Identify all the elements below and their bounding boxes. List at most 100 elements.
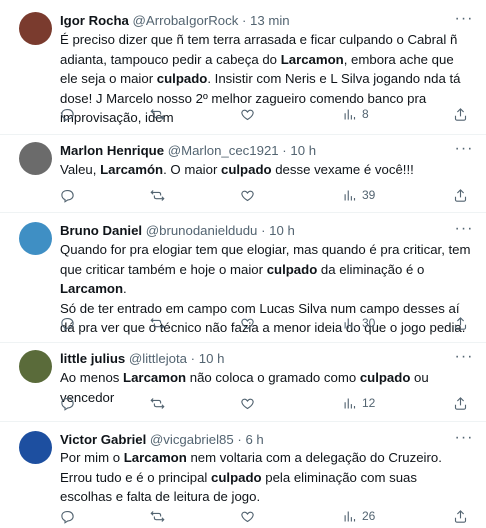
reply-button[interactable] bbox=[60, 508, 75, 524]
author-name[interactable]: Bruno Daniel bbox=[60, 223, 142, 238]
tweet-text-segment: Valeu, bbox=[60, 162, 101, 177]
like-icon bbox=[241, 109, 254, 120]
more-icon[interactable]: ··· bbox=[452, 11, 476, 30]
highlighted-keyword: culpado bbox=[221, 162, 272, 177]
views-button[interactable]: 39 bbox=[342, 187, 375, 203]
reply-icon bbox=[61, 189, 74, 203]
action-bar: 39 bbox=[60, 187, 480, 203]
views-icon bbox=[344, 398, 356, 408]
more-icon[interactable]: ··· bbox=[452, 141, 476, 160]
views-button[interactable]: 26 bbox=[342, 508, 375, 524]
reply-icon bbox=[61, 397, 74, 411]
timestamp[interactable]: 10 h bbox=[269, 223, 295, 238]
author-handle[interactable]: @vicgabriel85 bbox=[150, 432, 234, 447]
views-icon bbox=[344, 109, 356, 119]
author-name[interactable]: little julius bbox=[60, 351, 125, 366]
reply-button[interactable] bbox=[60, 187, 75, 203]
like-button[interactable] bbox=[240, 106, 255, 122]
retweet-icon bbox=[150, 108, 165, 120]
more-icon[interactable]: ··· bbox=[452, 349, 476, 368]
timestamp[interactable]: 10 h bbox=[290, 143, 316, 158]
action-bar: 8 bbox=[60, 106, 480, 122]
author-name[interactable]: Marlon Henrique bbox=[60, 143, 164, 158]
like-button[interactable] bbox=[240, 395, 255, 411]
reply-icon bbox=[61, 510, 74, 524]
share-button[interactable] bbox=[453, 187, 468, 203]
highlighted-keyword: Larcamon bbox=[123, 370, 187, 385]
share-button[interactable] bbox=[453, 315, 468, 331]
views-count: 12 bbox=[362, 396, 376, 410]
views-count: 30 bbox=[362, 316, 376, 330]
tweet-text-segment: . bbox=[123, 281, 127, 296]
like-icon bbox=[241, 511, 254, 522]
retweet-button[interactable] bbox=[150, 508, 165, 524]
tweet[interactable]: Victor Gabriel @vicgabriel85 · 6 h ··· P… bbox=[0, 422, 486, 528]
views-button[interactable]: 12 bbox=[342, 395, 375, 411]
like-button[interactable] bbox=[240, 508, 255, 524]
retweet-icon bbox=[150, 317, 165, 329]
tweet[interactable]: Marlon Henrique @Marlon_cec1921 · 10 h ·… bbox=[0, 135, 486, 213]
tweet[interactable]: Bruno Daniel @brunodanieldudu · 10 h ···… bbox=[0, 213, 486, 343]
avatar[interactable] bbox=[19, 222, 52, 255]
share-button[interactable] bbox=[453, 395, 468, 411]
author-name[interactable]: Igor Rocha bbox=[60, 13, 129, 28]
more-icon[interactable]: ··· bbox=[452, 221, 476, 240]
author-handle[interactable]: @brunodanieldudu bbox=[146, 223, 258, 238]
tweet-text-segment: Por mim o bbox=[60, 450, 124, 465]
views-icon bbox=[344, 190, 356, 200]
tweet[interactable]: little julius @littlejota · 10 h ··· Ao … bbox=[0, 343, 486, 422]
tweet-text-segment: desse vexame é você!!! bbox=[271, 162, 414, 177]
share-button[interactable] bbox=[453, 106, 468, 122]
highlighted-keyword: culpado bbox=[359, 370, 411, 385]
retweet-button[interactable] bbox=[150, 106, 165, 122]
author-name[interactable]: Victor Gabriel bbox=[60, 432, 146, 447]
reply-icon bbox=[61, 108, 74, 122]
retweet-button[interactable] bbox=[150, 315, 165, 331]
like-button[interactable] bbox=[240, 187, 255, 203]
views-count: 26 bbox=[362, 509, 376, 523]
tweet-text-segment: não coloca o gramado como bbox=[186, 370, 360, 385]
avatar[interactable] bbox=[19, 142, 52, 175]
views-button[interactable]: 30 bbox=[342, 315, 375, 331]
share-icon bbox=[454, 188, 467, 202]
views-count: 8 bbox=[362, 107, 369, 121]
retweet-button[interactable] bbox=[150, 187, 165, 203]
avatar[interactable] bbox=[19, 350, 52, 383]
timestamp[interactable]: 10 h bbox=[199, 351, 225, 366]
like-button[interactable] bbox=[240, 315, 255, 331]
more-icon[interactable]: ··· bbox=[452, 430, 476, 449]
highlighted-keyword: culpado bbox=[211, 469, 262, 485]
action-bar: 26 bbox=[60, 508, 480, 524]
avatar[interactable] bbox=[19, 431, 52, 464]
share-button[interactable] bbox=[453, 508, 468, 524]
author-handle[interactable]: @ArrobaIgorRock bbox=[133, 13, 239, 28]
share-icon bbox=[454, 107, 467, 121]
share-icon bbox=[454, 509, 467, 523]
author-handle[interactable]: @Marlon_cec1921 bbox=[168, 143, 279, 158]
reply-button[interactable] bbox=[60, 315, 75, 331]
reply-button[interactable] bbox=[60, 395, 75, 411]
tweet-text-segment: . O maior bbox=[163, 162, 221, 177]
highlighted-keyword: Larcamón bbox=[100, 162, 164, 177]
like-icon bbox=[241, 398, 254, 409]
action-bar: 12 bbox=[60, 395, 480, 411]
tweet[interactable]: Igor Rocha @ArrobaIgorRock · 13 min ··· … bbox=[0, 0, 486, 135]
highlighted-keyword: culpado bbox=[266, 261, 318, 277]
avatar[interactable] bbox=[19, 12, 52, 45]
retweet-button[interactable] bbox=[150, 395, 165, 411]
reply-button[interactable] bbox=[60, 106, 75, 122]
highlighted-keyword: Larcamon bbox=[123, 450, 187, 465]
timestamp[interactable]: 6 h bbox=[245, 432, 263, 447]
author-handle[interactable]: @littlejota bbox=[129, 351, 187, 366]
like-icon bbox=[241, 318, 254, 329]
share-icon bbox=[454, 396, 467, 410]
timestamp[interactable]: 13 min bbox=[250, 13, 290, 28]
like-icon bbox=[241, 190, 254, 201]
views-button[interactable]: 8 bbox=[342, 106, 369, 122]
highlighted-keyword: Larcamon bbox=[280, 51, 344, 67]
retweet-icon bbox=[150, 189, 165, 201]
views-icon bbox=[344, 511, 356, 521]
highlighted-keyword: Larcamon bbox=[60, 281, 124, 296]
retweet-icon bbox=[150, 397, 165, 409]
tweet-text-segment: Ao menos bbox=[60, 370, 124, 385]
